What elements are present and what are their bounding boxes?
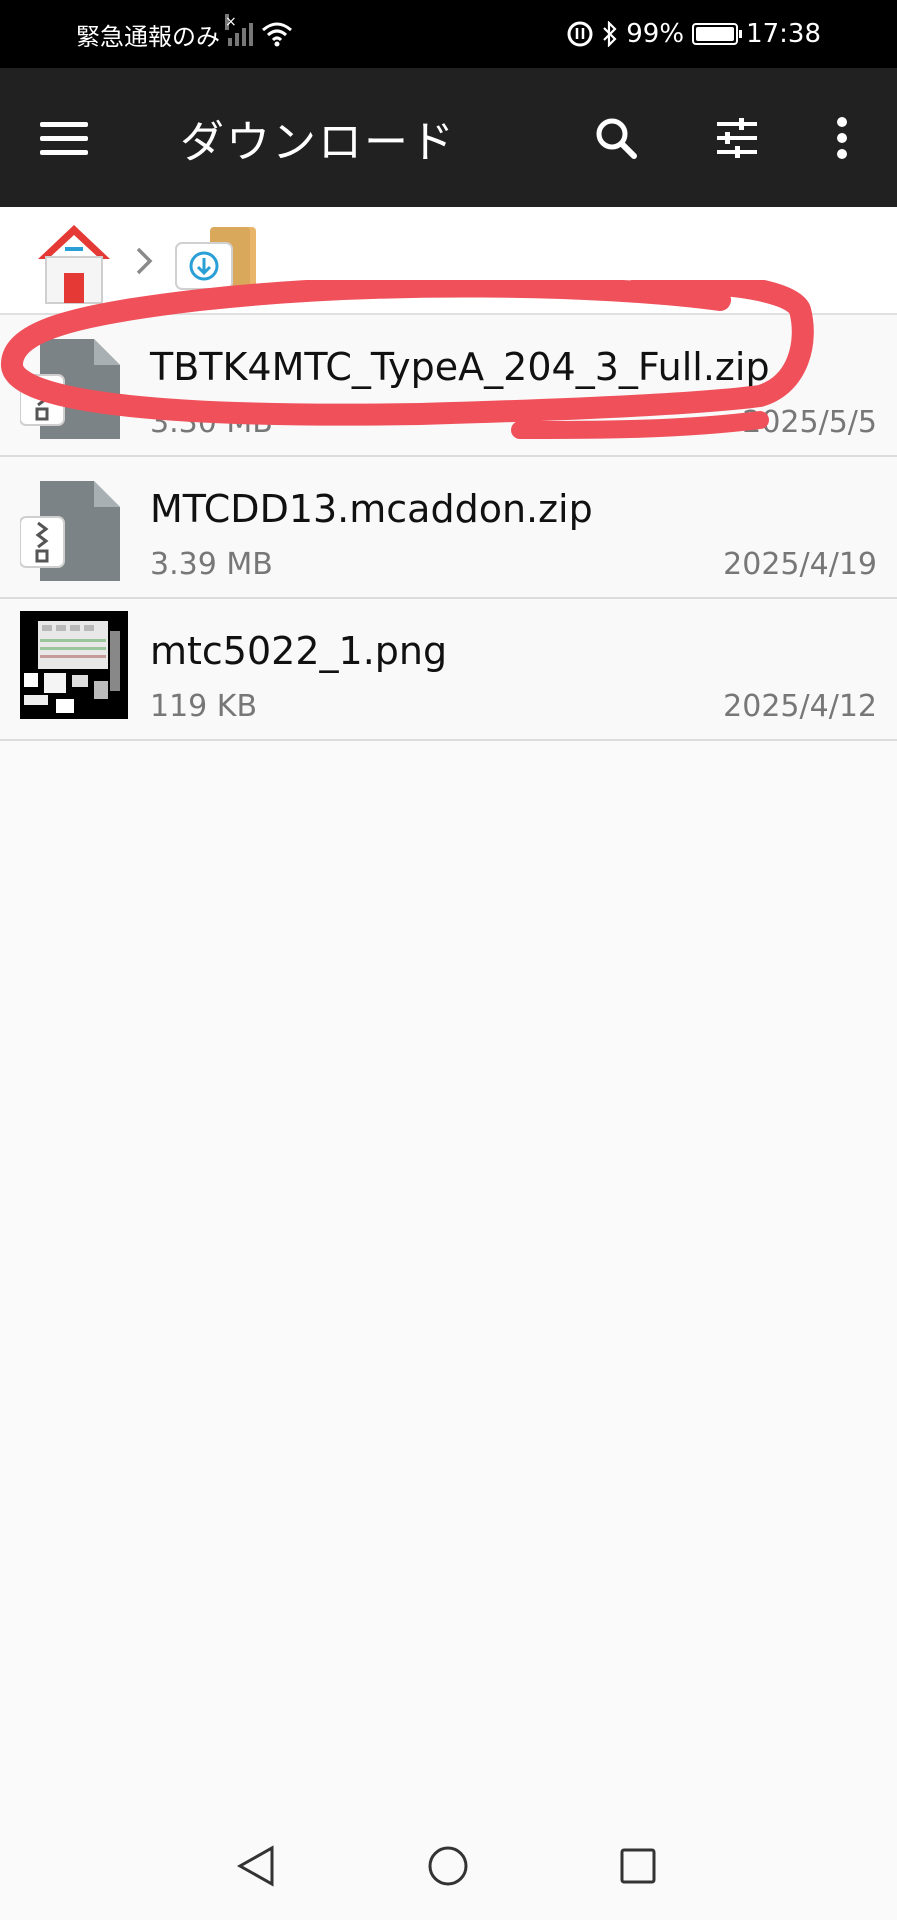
carrier-text: 緊急通報のみ	[76, 22, 220, 51]
recent-apps-icon[interactable]	[610, 1838, 666, 1894]
data-saver-icon	[567, 21, 593, 47]
status-bar: 緊急通報のみ × 99% 17:38	[0, 0, 897, 68]
search-icon[interactable]	[586, 108, 646, 168]
menu-icon[interactable]	[40, 110, 100, 166]
battery-icon	[692, 23, 743, 45]
bluetooth-icon	[603, 21, 617, 47]
file-date: 2025/5/5	[742, 405, 877, 440]
file-name: MTCDD13.mcaddon.zip	[150, 487, 593, 531]
home-nav-icon[interactable]	[420, 1838, 476, 1894]
app-bar: ダウンロード	[0, 68, 897, 207]
file-size: 3.39 MB	[150, 547, 273, 582]
download-folder-icon[interactable]	[172, 221, 260, 307]
file-size: 3.30 MB	[150, 405, 273, 440]
breadcrumb	[0, 207, 897, 315]
list-item[interactable]: mtc5022_1.png 119 KB 2025/4/12	[0, 599, 897, 741]
file-name: mtc5022_1.png	[150, 629, 448, 673]
page-title: ダウンロード	[180, 116, 456, 168]
file-date: 2025/4/19	[723, 547, 877, 582]
zip-file-icon	[20, 481, 120, 581]
battery-percent: 99%	[626, 19, 685, 49]
zip-file-icon	[20, 339, 120, 439]
image-thumbnail	[20, 611, 128, 719]
signal-icon: ×	[225, 14, 253, 46]
file-list: TBTK4MTC_TypeA_204_3_Full.zip 3.30 MB 20…	[0, 315, 897, 741]
filter-settings-icon[interactable]	[707, 108, 767, 168]
file-name: TBTK4MTC_TypeA_204_3_Full.zip	[150, 345, 770, 389]
list-item[interactable]: MTCDD13.mcaddon.zip 3.39 MB 2025/4/19	[0, 457, 897, 599]
back-icon[interactable]	[228, 1838, 284, 1894]
status-right: 99% 17:38	[566, 0, 821, 68]
file-size: 119 KB	[150, 689, 258, 724]
clock: 17:38	[746, 19, 821, 49]
navigation-bar	[0, 1810, 897, 1920]
more-options-icon[interactable]	[812, 108, 872, 168]
chevron-right-icon	[136, 247, 153, 275]
status-left: 緊急通報のみ ×	[76, 0, 293, 68]
file-date: 2025/4/12	[723, 689, 877, 724]
list-item[interactable]: TBTK4MTC_TypeA_204_3_Full.zip 3.30 MB 20…	[0, 315, 897, 457]
home-icon[interactable]	[34, 221, 114, 307]
wifi-icon	[262, 22, 292, 47]
